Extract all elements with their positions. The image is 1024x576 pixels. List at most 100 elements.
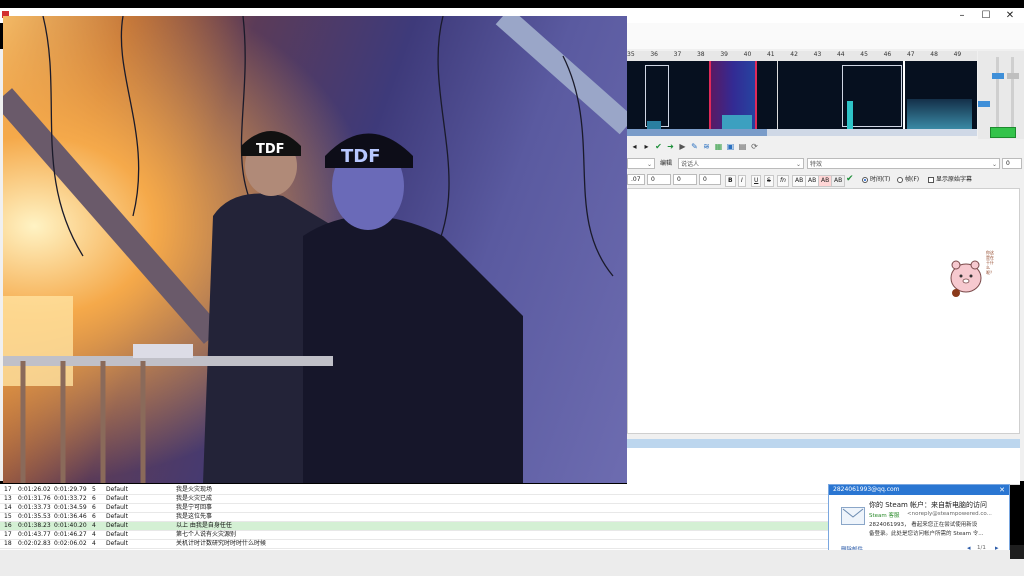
cell-text: 我是宁可回事 [176,504,213,511]
zoom-slider-knob[interactable] [992,73,1004,79]
tray-icon[interactable] [1010,545,1024,559]
audio-timeline[interactable]: 35 36 37 38 39 40 41 42 43 44 45 46 47 4… [627,51,977,61]
subtitle-text-editor[interactable] [627,188,1020,434]
notification-sender-email: <noreply@steampowered.co... [907,511,992,517]
line-boundary [903,61,905,129]
cell-start: 0:01:31.76 [18,495,51,502]
cell-cps: 4 [92,522,96,529]
mail-notification[interactable]: 2824061993@qq.com ✕ 你的 Steam 帐户：来自新电脑的访问… [828,484,1010,556]
minimize-button[interactable]: – [950,8,974,23]
audio-spectrum[interactable] [627,61,977,129]
table-row[interactable]: 15 0:01:35.53 0:01:36.46 6 Default 我是这位先事 [0,513,828,522]
cell-num: 17 [4,486,12,493]
cell-text: 第七个人说有火灾源别 [176,531,237,538]
bold-button[interactable]: B [725,175,736,187]
radio-frame-label: 帧(F) [905,176,920,183]
auto-scroll-icon[interactable]: ⟳ [750,142,759,151]
cell-cps: 5 [92,486,96,493]
chevron-down-icon: ⌄ [646,161,652,168]
commit-audio-button[interactable] [990,127,1016,138]
maximize-button[interactable]: ☐ [974,8,998,23]
effect-dropdown[interactable]: 特效 ⌄ [807,158,1000,169]
audio-zoom-sliders[interactable] [978,51,1024,139]
cell-style: Default [106,495,128,502]
font-button[interactable]: fn [777,175,789,187]
video-display[interactable]: TDF TDF [3,16,627,483]
radio-time[interactable] [862,177,868,183]
cell-text: 关机计时计数研究时时时什么时候 [176,540,267,547]
selection-end-marker[interactable] [755,61,757,129]
volume-slider-knob[interactable] [1007,73,1019,79]
next-line-icon[interactable]: ▸ [642,142,651,151]
table-row[interactable]: 17 0:01:26.02 0:01:29.79 5 Default 我是火灾现场 [0,486,828,495]
subtitle-grid[interactable]: 17 0:01:26.02 0:01:29.79 5 Default 我是火灾现场 13 0:… [0,484,828,550]
effect-value: 特效 [810,161,823,168]
actor-label: 编辑 [660,160,673,167]
margin-right-field[interactable]: 0 [673,174,697,185]
zoom-slider-track[interactable] [996,57,999,127]
selection-start-marker[interactable] [709,61,711,129]
karaoke-icon[interactable]: ▣ [726,142,735,151]
menu-strip [627,23,1024,50]
shadow-color-button[interactable]: AB [831,175,846,187]
notification-body-line1: 2824061993， 看起来您正在尝试使用新设 [869,522,978,528]
show-original-checkbox[interactable] [928,177,934,183]
cell-cps: 4 [92,540,96,547]
close-button[interactable]: ✕ [998,8,1022,23]
table-row[interactable]: 14 0:01:33.73 0:01:34.59 6 Default 我是宁可回事 [0,504,828,513]
cell-text: 我是这位先事 [176,513,213,520]
video-frame: TDF TDF [3,16,627,483]
strikeout-button[interactable]: S [764,175,774,187]
timeline-tick: 48 [930,51,938,58]
cell-cps: 6 [92,495,96,502]
notification-title: 你的 Steam 帐户：来自新电脑的访问 [869,501,988,509]
commit-icon[interactable]: ✔ [846,174,854,184]
cell-end: 0:02:06.02 [54,540,87,547]
radio-time-label: 时间(T) [870,176,891,183]
draw-icon[interactable]: ✎ [690,142,699,151]
notification-sender-name: Steam 客服 [869,513,900,519]
grid-header [627,439,1020,448]
vertical-zoom-knob[interactable] [978,101,990,107]
notification-close-icon[interactable]: ✕ [999,485,1005,495]
notification-body-line2: 备登录。此处是您访问帐户所需的 Steam 令... [869,531,984,537]
check-icon[interactable]: ✔ [654,142,663,151]
cell-num: 16 [4,522,12,529]
link-icon[interactable]: ▤ [738,142,747,151]
play-icon[interactable]: ▶ [678,142,687,151]
margin-vertical-field[interactable]: 0 [699,174,721,185]
waveform-icon[interactable]: ≋ [702,142,711,151]
waveform [722,115,752,129]
table-row[interactable]: 17 0:01:43.77 0:01:46.27 4 Default 第七个人说有火灾源别 [0,531,828,540]
timeline-tick: 37 [673,51,682,58]
go-icon[interactable]: ➜ [666,142,675,151]
cell-style: Default [106,486,128,493]
italic-button[interactable]: I [738,175,746,187]
cell-start: 0:01:35.53 [18,513,51,520]
timeline-tick: 49 [953,51,962,58]
volume-slider-track[interactable] [1011,57,1014,127]
cell-cps: 4 [92,531,96,538]
status-bar [0,550,1024,576]
style-dropdown[interactable]: ⌄ [627,158,655,169]
radio-frame[interactable] [897,177,903,183]
table-row[interactable]: 13 0:01:31.76 0:01:33.72 6 Default 我是火灾已成 [0,495,828,504]
cap-logo-2: TDF [341,146,381,167]
prev-line-icon[interactable]: ◂ [630,142,639,151]
cell-style: Default [106,504,128,511]
audio-scrollbar[interactable] [627,129,977,136]
actor-dropdown[interactable]: 说话人 ⌄ [678,158,804,169]
spectrum-icon[interactable]: ▦ [714,142,723,151]
cell-start: 0:01:38.23 [18,522,51,529]
cell-num: 18 [4,540,12,547]
table-row[interactable]: 18 0:02:02.83 0:02:06.02 4 Default 关机计时计数研究时时… [0,540,828,549]
waveform [907,99,972,129]
timeline-tick: 41 [766,51,775,58]
duration-field[interactable]: .07 [627,174,645,185]
table-row[interactable]: 16 0:01:38.23 0:01:40.20 4 Default 以上 由我是自身任任 [0,522,828,531]
margin-left-field[interactable]: 0 [647,174,671,185]
underline-button[interactable]: U [751,175,762,187]
layer-field[interactable]: 0 [1002,158,1022,169]
timeline-tick: 39 [720,51,728,58]
cell-style: Default [106,522,128,529]
